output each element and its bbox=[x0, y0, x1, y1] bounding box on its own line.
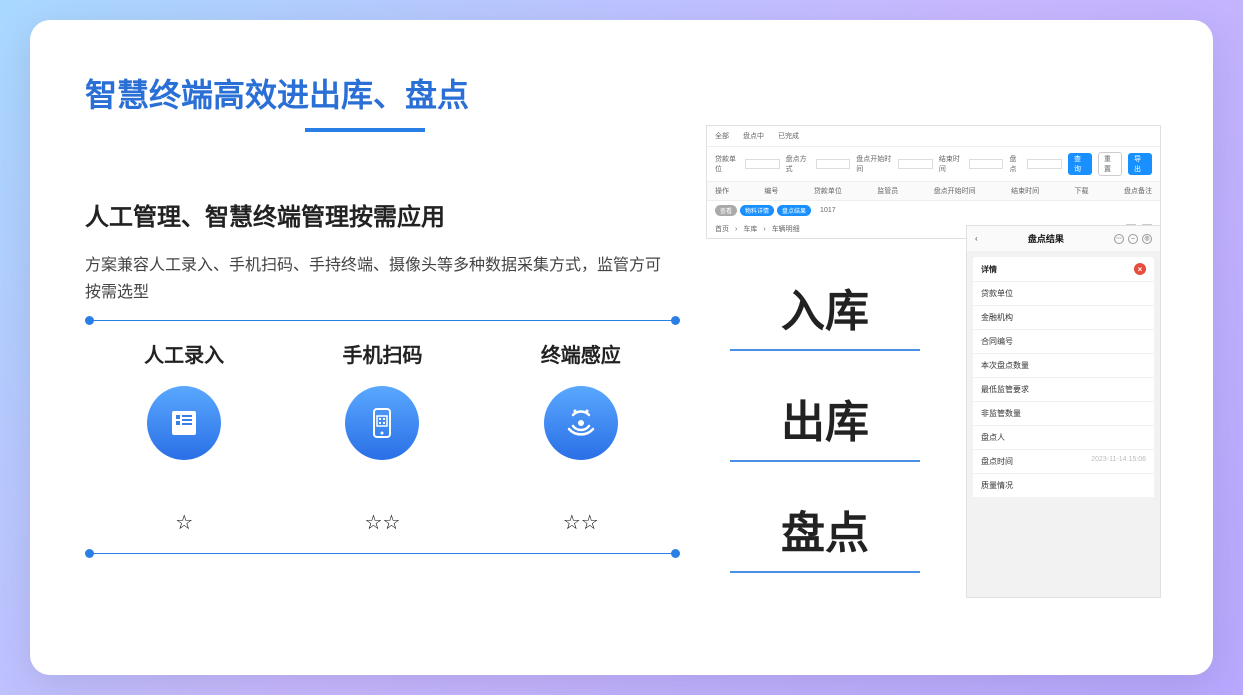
method-manual: 人工录入 bbox=[86, 339, 282, 460]
stars-scan: ☆☆ bbox=[284, 510, 480, 535]
crumb-2: 车库 bbox=[743, 224, 757, 234]
section-title: 详情 bbox=[981, 264, 997, 275]
crumb-3: 车辆明细 bbox=[772, 224, 800, 234]
tab-done: 已完成 bbox=[778, 131, 799, 141]
row-k-5: 非监管数量 bbox=[981, 408, 1021, 419]
btn-search: 查询 bbox=[1068, 153, 1092, 175]
method-scan: 手机扫码 bbox=[284, 339, 480, 460]
method-sense-label: 终端感应 bbox=[483, 339, 679, 368]
action-view: 查看 bbox=[715, 205, 737, 216]
btn-export: 导出 bbox=[1128, 153, 1152, 175]
tab-all: 全部 bbox=[715, 131, 729, 141]
filter-start-label: 盘点开始时间 bbox=[856, 154, 892, 174]
close-icon: × bbox=[1134, 263, 1146, 275]
row-k-6: 盘点人 bbox=[981, 432, 1005, 443]
screenshot-web-table: 全部 盘点中 已完成 贷款单位 盘点方式 盘点开始时间 结束时间 盘点 查询 重… bbox=[706, 125, 1161, 239]
th-org: 贷款单位 bbox=[814, 186, 842, 196]
th-id: 编号 bbox=[764, 186, 778, 196]
row-v-7: 2023-11-14 15:06 bbox=[1091, 456, 1146, 467]
op-check: 盘点 bbox=[730, 497, 920, 573]
row-k-0: 贷款单位 bbox=[981, 288, 1013, 299]
sensor-icon bbox=[544, 386, 618, 460]
stars-manual: ☆ bbox=[86, 510, 282, 535]
slide: 智慧终端高效进出库、盘点 人工管理、智慧终端管理按需应用 方案兼容人工录入、手机… bbox=[30, 20, 1213, 675]
row-k-8: 质量情况 bbox=[981, 480, 1013, 491]
filter-operator-label: 盘点 bbox=[1009, 154, 1021, 174]
filter-end-label: 结束时间 bbox=[939, 154, 963, 174]
row-k-4: 最低监管要求 bbox=[981, 384, 1029, 395]
minimize-icon: – bbox=[1128, 234, 1138, 244]
method-manual-label: 人工录入 bbox=[86, 339, 282, 368]
manual-entry-icon bbox=[147, 386, 221, 460]
row-k-2: 合同编号 bbox=[981, 336, 1013, 347]
filter-method-label: 盘点方式 bbox=[786, 154, 810, 174]
btn-reset: 重置 bbox=[1098, 152, 1122, 176]
th-dl: 下载 bbox=[1075, 186, 1089, 196]
th-op: 操作 bbox=[715, 186, 729, 196]
more-icon: ⋯ bbox=[1114, 234, 1124, 244]
phone-title: 盘点结果 bbox=[1028, 232, 1064, 245]
screenshot-phone-detail: ‹ 盘点结果 ⋯ – ◎ 详情 × 贷款单位 金融机构 合同编号 本次盘点数量 … bbox=[966, 225, 1161, 598]
phone-scan-icon bbox=[345, 386, 419, 460]
op-out: 出库 bbox=[730, 386, 920, 462]
title-underline bbox=[305, 128, 425, 132]
row-k-3: 本次盘点数量 bbox=[981, 360, 1029, 371]
stars-sense: ☆☆ bbox=[483, 510, 679, 535]
divider-top bbox=[89, 320, 676, 321]
action-result: 盘点结果 bbox=[777, 205, 811, 216]
crumb-1: 首页 bbox=[715, 224, 729, 234]
th-staff: 监管员 bbox=[877, 186, 898, 196]
operations-list: 入库 出库 盘点 bbox=[730, 275, 920, 608]
row-k-7: 盘点时间 bbox=[981, 456, 1013, 467]
method-scan-label: 手机扫码 bbox=[284, 339, 480, 368]
action-detail: 物料详情 bbox=[740, 205, 774, 216]
filter-org-label: 贷款单位 bbox=[715, 154, 739, 174]
description: 方案兼容人工录入、手机扫码、手持终端、摄像头等多种数据采集方式，监管方可按需选型 bbox=[85, 252, 665, 306]
methods-panel: 人工录入 手机扫码 终端感应 ☆ ☆☆ ☆☆ bbox=[85, 320, 680, 554]
op-in: 入库 bbox=[730, 275, 920, 351]
row-id: 1017 bbox=[820, 207, 836, 214]
th-start: 盘点开始时间 bbox=[934, 186, 976, 196]
target-icon: ◎ bbox=[1142, 234, 1152, 244]
th-end: 结束时间 bbox=[1011, 186, 1039, 196]
th-note: 盘点备注 bbox=[1124, 186, 1152, 196]
divider-bottom bbox=[89, 553, 676, 554]
tab-doing: 盘点中 bbox=[743, 131, 764, 141]
row-k-1: 金融机构 bbox=[981, 312, 1013, 323]
page-title: 智慧终端高效进出库、盘点 bbox=[30, 70, 1213, 116]
back-icon: ‹ bbox=[975, 234, 978, 243]
method-sense: 终端感应 bbox=[483, 339, 679, 460]
